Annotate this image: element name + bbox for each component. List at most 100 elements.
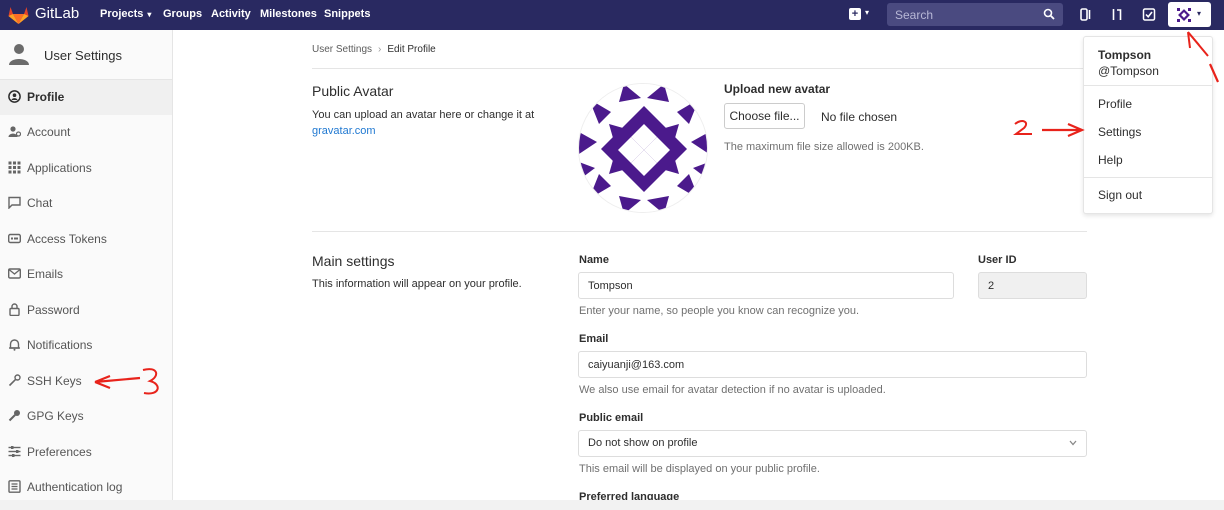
breadcrumb-parent[interactable]: User Settings [312, 44, 372, 55]
dropdown-user-handle: @Tompson [1098, 64, 1159, 78]
sidebar-item-label: GPG Keys [27, 409, 84, 423]
public-email-label: Public email [579, 412, 644, 424]
sidebar-item-gpg-keys[interactable]: GPG Keys [0, 399, 172, 434]
chevron-down-icon[interactable]: ▾ [865, 8, 869, 17]
nav-snippets[interactable]: Snippets [324, 8, 370, 20]
sidebar-item-label: Chat [27, 196, 53, 210]
sidebar-item-profile[interactable]: Profile [0, 80, 172, 115]
dropdown-item-sign-out[interactable]: Sign out [1098, 188, 1142, 202]
profile-icon [8, 90, 21, 103]
user-id-field [978, 272, 1087, 299]
gitlab-logo-icon[interactable] [8, 5, 29, 25]
annotation-arrow-2 [1013, 120, 1085, 138]
avatar [1175, 6, 1193, 24]
access-tokens-icon [8, 233, 21, 244]
sidebar-item-notifications[interactable]: Notifications [0, 328, 172, 363]
authentication-log-icon [8, 480, 21, 493]
divider [312, 68, 1087, 69]
divider [312, 231, 1087, 232]
dropdown-item-help[interactable]: Help [1098, 153, 1123, 167]
merge-requests-icon[interactable] [1110, 7, 1124, 22]
nav-milestones[interactable]: Milestones [260, 8, 317, 20]
breadcrumb-current: Edit Profile [387, 44, 436, 55]
public-email-help: This email will be displayed on your pub… [579, 463, 820, 475]
dropdown-item-settings[interactable]: Settings [1098, 125, 1141, 139]
sidebar-item-label: Applications [27, 161, 92, 175]
main-settings-title: Main settings [312, 253, 395, 269]
preferences-icon [8, 446, 21, 457]
dropdown-user-name: Tompson [1098, 48, 1152, 62]
sidebar-item-password[interactable]: Password [0, 293, 172, 328]
sidebar-item-preferences[interactable]: Preferences [0, 435, 172, 470]
divider [1084, 85, 1212, 86]
name-help: Enter your name, so people you know can … [579, 305, 860, 317]
divider [1084, 177, 1212, 178]
top-navbar: GitLab Projects ▾ Groups Activity Milesto… [0, 0, 1224, 30]
avatar [578, 83, 708, 213]
new-item-plus-icon[interactable]: + [849, 8, 861, 20]
search-placeholder: Search [895, 8, 934, 22]
no-file-chosen-text: No file chosen [821, 110, 898, 124]
chevron-down-icon [1069, 440, 1077, 446]
ssh-keys-icon [8, 374, 21, 387]
sidebar-item-emails[interactable]: Emails [0, 257, 172, 292]
search-input[interactable]: Search [887, 3, 1063, 26]
email-help: We also use email for avatar detection i… [579, 384, 886, 396]
public-avatar-title: Public Avatar [312, 83, 394, 99]
user-id-label: User ID [978, 254, 1017, 266]
todos-icon[interactable] [1142, 7, 1156, 22]
public-email-selected: Do not show on profile [588, 437, 698, 449]
sidebar-item-label: Notifications [27, 338, 93, 352]
sidebar-title: User Settings [44, 48, 123, 63]
sidebar-item-label: SSH Keys [27, 374, 82, 388]
chevron-down-icon: ▾ [147, 10, 152, 19]
user-menu-button[interactable]: ▾ [1168, 2, 1211, 27]
sidebar-header: User Settings [0, 30, 172, 80]
password-icon [9, 303, 20, 316]
sidebar-item-label: Emails [27, 267, 64, 281]
gpg-keys-icon [8, 410, 20, 422]
sidebar-item-label: Profile [27, 90, 65, 104]
max-file-size-help: The maximum file size allowed is 200KB. [724, 141, 924, 153]
horizontal-scrollbar[interactable] [0, 500, 1224, 510]
name-input[interactable] [578, 272, 954, 299]
chevron-right-icon: › [378, 44, 382, 55]
sidebar-item-applications[interactable]: Applications [0, 151, 172, 186]
chat-icon [8, 196, 21, 209]
user-dropdown-menu: Tompson @Tompson Profile Settings Help S… [1083, 36, 1213, 214]
applications-icon [8, 161, 21, 174]
email-input[interactable] [578, 351, 1087, 378]
emails-icon [8, 268, 21, 279]
nav-activity[interactable]: Activity [211, 8, 251, 20]
sidebar-item-account[interactable]: Account [0, 115, 172, 150]
name-label: Name [579, 254, 609, 266]
settings-sidebar: User Settings Profile Account Applicatio… [0, 30, 173, 500]
sidebar-item-label: Preferences [27, 445, 92, 459]
sidebar-item-label: Password [27, 303, 80, 317]
gravatar-link[interactable]: gravatar.com [312, 125, 376, 137]
notifications-icon [9, 339, 20, 351]
user-icon [9, 44, 29, 65]
brand-name[interactable]: GitLab [35, 5, 79, 22]
account-icon [8, 126, 21, 137]
public-email-select[interactable]: Do not show on profile [578, 430, 1087, 457]
public-avatar-desc-text: You can upload an avatar here or change … [312, 109, 535, 121]
sidebar-item-label: Account [27, 125, 71, 139]
sidebar-item-label: Authentication log [27, 480, 123, 494]
sidebar-item-ssh-keys[interactable]: SSH Keys [0, 364, 172, 399]
dropdown-item-profile[interactable]: Profile [1098, 97, 1132, 111]
chevron-down-icon: ▾ [1197, 9, 1202, 18]
page: GitLab Projects ▾ Groups Activity Milesto… [0, 0, 1224, 510]
issues-icon[interactable] [1079, 7, 1093, 22]
upload-avatar-label: Upload new avatar [724, 82, 831, 96]
search-icon [1043, 8, 1055, 20]
nav-projects[interactable]: Projects ▾ [100, 8, 151, 20]
sidebar-item-label: Access Tokens [27, 232, 107, 246]
identicon-image [579, 84, 707, 212]
nav-groups[interactable]: Groups [163, 8, 202, 20]
choose-file-button[interactable]: Choose file... [724, 103, 805, 129]
sidebar-item-chat[interactable]: Chat [0, 186, 172, 221]
sidebar-item-access-tokens[interactable]: Access Tokens [0, 222, 172, 257]
public-avatar-description: You can upload an avatar here or change … [312, 107, 552, 139]
email-label: Email [579, 333, 609, 345]
